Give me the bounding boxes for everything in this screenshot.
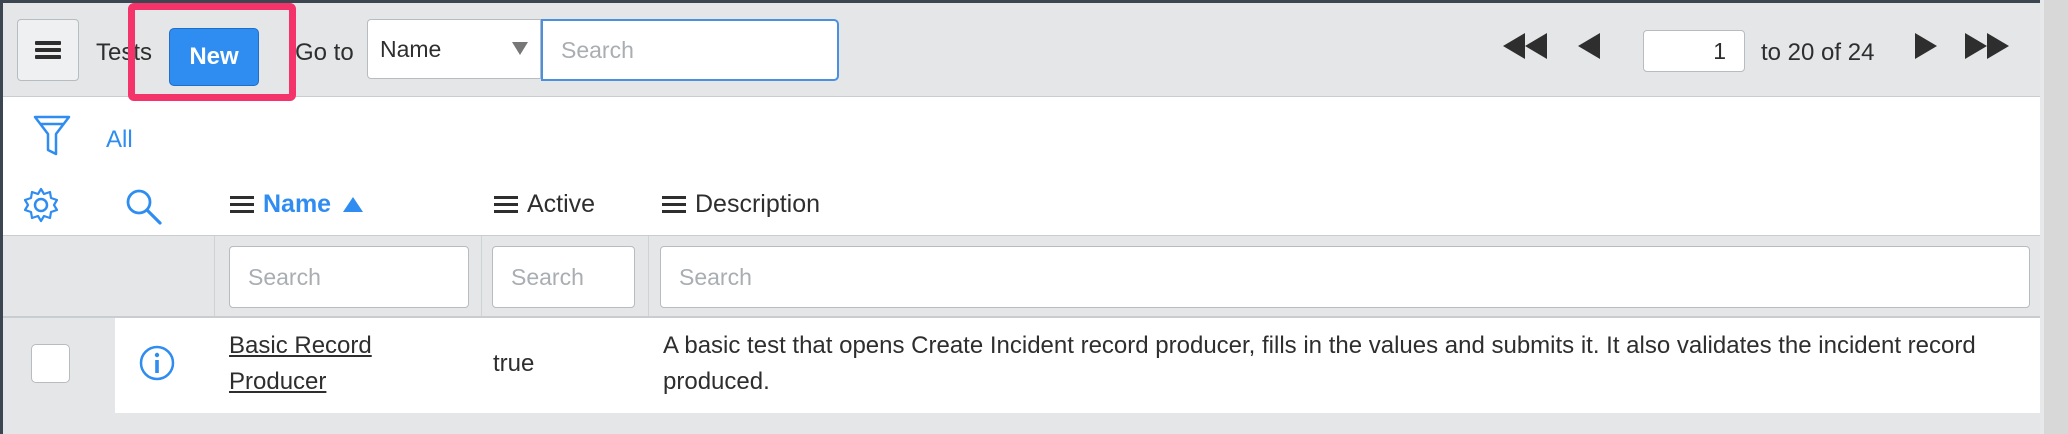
filter-breadcrumb-all[interactable]: All <box>106 126 133 154</box>
active-column-search-field[interactable] <box>492 246 635 308</box>
column-header-description-label: Description <box>695 190 821 218</box>
goto-field-value: Name <box>380 36 442 62</box>
row-description-value: A basic test that opens Create Incident … <box>663 332 1976 395</box>
hamburger-icon <box>35 38 61 62</box>
column-menu-icon[interactable] <box>662 192 686 217</box>
name-column-search-input[interactable] <box>230 247 468 307</box>
page-range-text: to 20 of 24 <box>1761 39 1875 66</box>
new-button[interactable]: New <box>169 28 259 86</box>
filter-funnel-icon[interactable] <box>33 114 71 163</box>
column-menu-icon[interactable] <box>494 192 518 217</box>
next-page-button[interactable] <box>1915 33 1937 64</box>
column-divider <box>214 236 215 316</box>
list-header: Tests New Go to Name 1 to 20 of 24 <box>3 3 2040 97</box>
first-page-icon <box>1503 33 1525 59</box>
name-column-search-field[interactable] <box>229 246 469 308</box>
description-column-search-field[interactable] <box>660 246 2030 308</box>
goto-label: Go to <box>295 39 354 66</box>
active-column-search-input[interactable] <box>493 247 634 307</box>
row-checkbox[interactable] <box>31 344 70 383</box>
column-header-active[interactable]: Active <box>494 190 595 219</box>
column-header-name[interactable]: Name <box>230 190 364 219</box>
last-page-icon-part <box>1987 33 2009 59</box>
column-divider <box>648 236 649 316</box>
hamburger-menu-button[interactable] <box>17 19 79 81</box>
list-title: Tests <box>96 39 153 66</box>
description-column-search-input[interactable] <box>661 247 2029 307</box>
previous-page-icon <box>1578 33 1600 59</box>
last-page-button[interactable] <box>1965 33 2009 59</box>
sort-ascending-icon <box>343 197 364 212</box>
previous-page-button[interactable] <box>1578 33 1600 64</box>
next-page-icon <box>1915 33 1937 59</box>
info-icon[interactable] <box>138 344 176 387</box>
goto-search-field[interactable] <box>541 19 839 81</box>
goto-field-select[interactable]: Name <box>367 19 541 79</box>
column-search-row <box>3 235 2040 319</box>
row-active-value: true <box>493 350 535 377</box>
first-page-icon-part <box>1525 33 1547 59</box>
column-header-description[interactable]: Description <box>662 190 820 219</box>
table-row: Basic Record Producer true A basic test … <box>3 318 2040 434</box>
column-header-name-label: Name <box>263 190 332 218</box>
dropdown-caret-icon <box>512 42 528 55</box>
page-number-input[interactable]: 1 <box>1643 30 1745 72</box>
goto-search-input[interactable] <box>543 21 837 79</box>
first-page-button[interactable] <box>1503 33 1547 59</box>
column-divider <box>481 236 482 316</box>
last-page-icon <box>1965 33 1987 59</box>
list-footer-strip <box>3 413 2040 434</box>
vertical-scrollbar[interactable] <box>2044 0 2068 434</box>
row-name-link[interactable]: Basic Record Producer <box>229 328 399 400</box>
column-menu-icon[interactable] <box>230 192 254 217</box>
gear-icon[interactable] <box>22 186 60 229</box>
search-icon[interactable] <box>124 187 164 232</box>
column-header-active-label: Active <box>527 190 596 218</box>
